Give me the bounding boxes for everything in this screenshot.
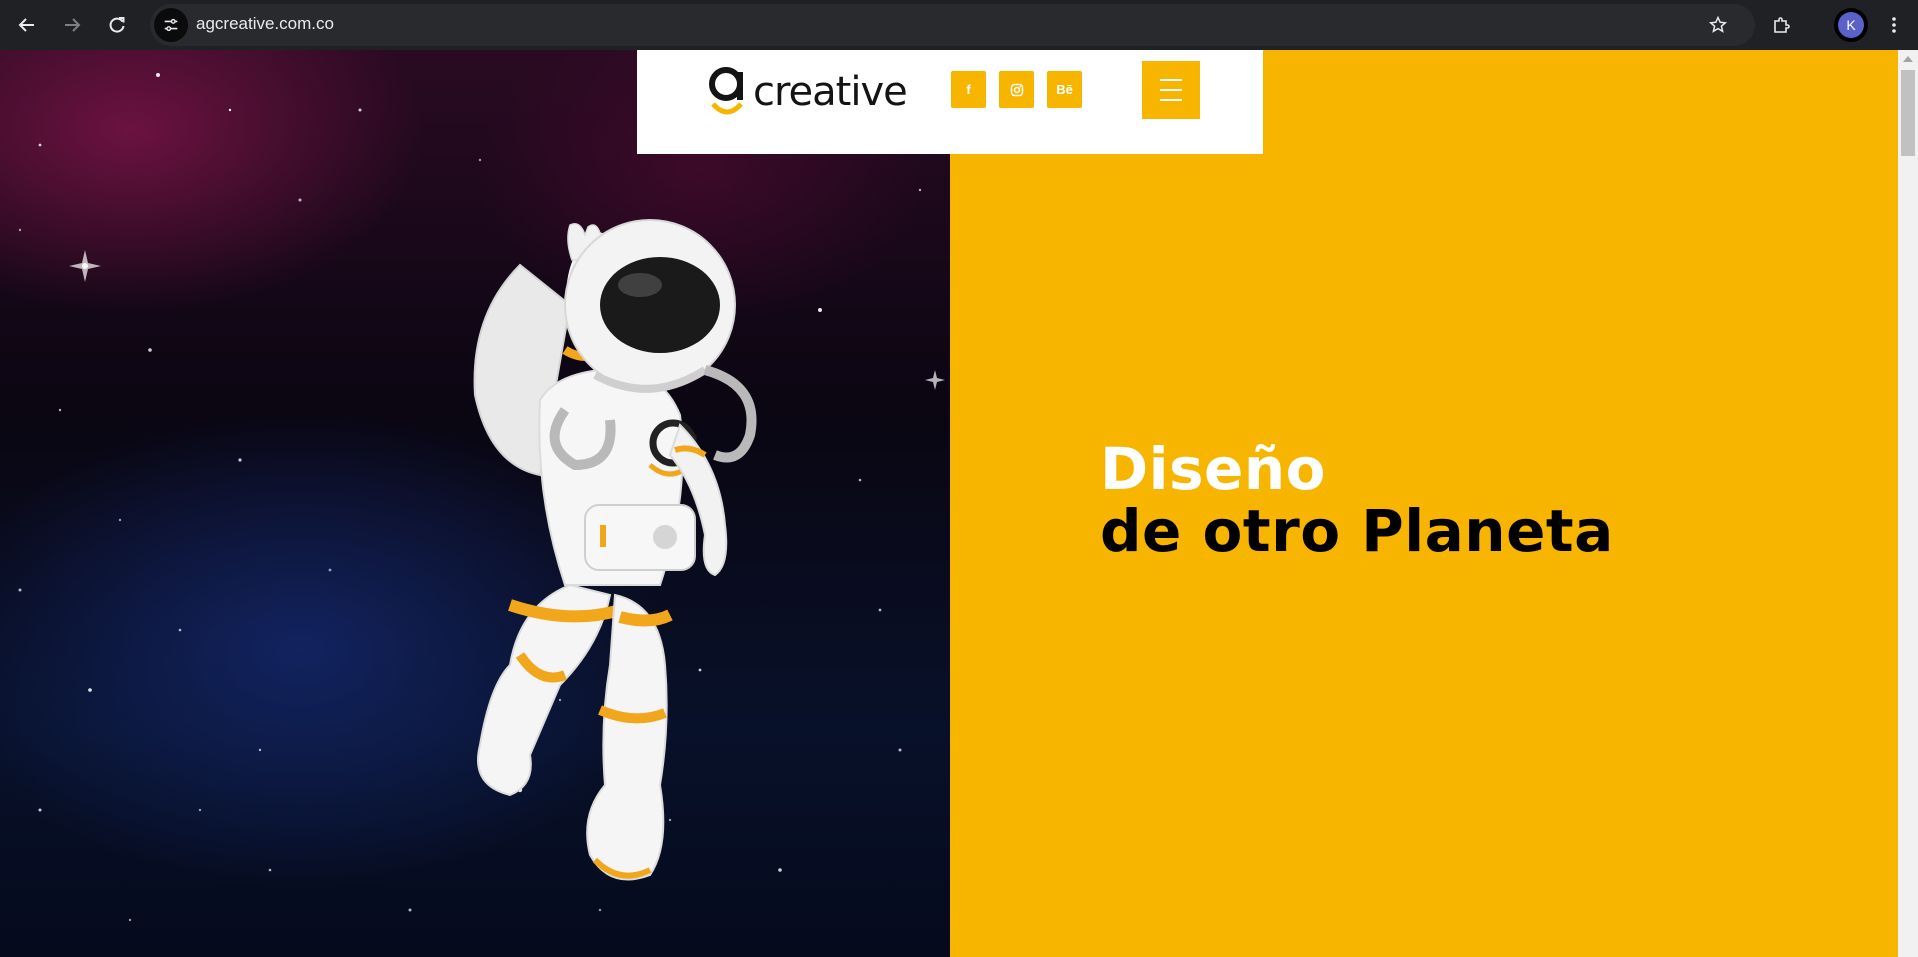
astronaut-illustration: [473, 219, 757, 881]
profile-initial: K: [1838, 12, 1864, 38]
browser-menu-button[interactable]: [1877, 8, 1911, 42]
tune-icon: [164, 18, 178, 32]
address-bar[interactable]: agcreative.com.co: [150, 4, 1755, 46]
extensions-button[interactable]: [1764, 8, 1798, 42]
reload-icon: [109, 17, 125, 33]
page-viewport: creative f Bē Diseño de otro Planeta: [0, 50, 1918, 957]
url-text[interactable]: agcreative.com.co: [196, 14, 334, 34]
profile-avatar[interactable]: K: [1834, 8, 1868, 42]
scrollbar-thumb[interactable]: [1901, 70, 1915, 156]
arrow-right-icon: [65, 18, 81, 32]
hamburger-line: [1160, 79, 1182, 81]
behance-button[interactable]: Bē: [1047, 71, 1082, 108]
kebab-icon: [1892, 17, 1896, 33]
bookmark-button[interactable]: [1701, 8, 1735, 42]
page-scrollbar[interactable]: [1898, 50, 1918, 957]
scroll-up-arrow-icon[interactable]: [1903, 56, 1913, 62]
agcreative-logo[interactable]: creative: [707, 62, 908, 122]
reload-button[interactable]: [100, 8, 134, 42]
behance-icon: Bē: [1056, 82, 1073, 97]
logo-text: creative: [753, 69, 908, 115]
instagram-button[interactable]: [999, 71, 1034, 108]
back-button[interactable]: [10, 8, 44, 42]
puzzle-icon: [1774, 17, 1790, 33]
forward-button[interactable]: [55, 8, 89, 42]
arrow-left-icon: [18, 18, 34, 32]
instagram-icon: [1010, 83, 1023, 96]
facebook-button[interactable]: f: [951, 71, 986, 108]
hamburger-menu-button[interactable]: [1142, 61, 1200, 119]
hero-headline-line-2: de otro Planeta: [1100, 497, 1614, 565]
hero-headline-line-1: Diseño: [1100, 435, 1327, 503]
hero-headline: Diseño de otro Planeta: [1100, 438, 1614, 562]
star-icon: [1708, 15, 1728, 33]
facebook-icon: f: [966, 82, 971, 97]
logo-mark-icon: [709, 67, 743, 115]
site-header: creative f Bē: [637, 50, 1263, 154]
browser-toolbar: agcreative.com.co K: [0, 0, 1918, 50]
hamburger-line: [1160, 89, 1182, 91]
hamburger-line: [1160, 99, 1182, 101]
site-info-button[interactable]: [154, 8, 188, 42]
